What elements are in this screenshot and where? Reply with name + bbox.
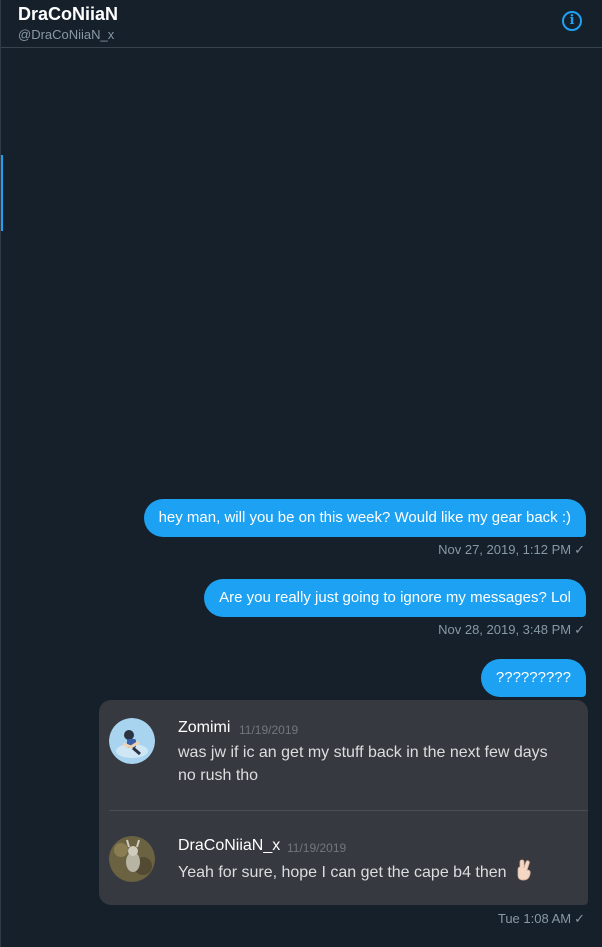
- conversation-handle: @DraCoNiiaN_x: [18, 27, 115, 42]
- check-icon: ✓: [574, 622, 585, 637]
- info-icon[interactable]: i: [562, 11, 582, 31]
- check-icon: ✓: [574, 542, 585, 557]
- message-text: Yeah for sure, hope I can get the cape b…: [178, 859, 533, 884]
- crossed-fingers-icon: [517, 859, 531, 881]
- message-text-content: Yeah for sure, hope I can get the cape b…: [178, 864, 507, 881]
- avatar: [109, 836, 155, 882]
- sent-message-bubble[interactable]: Are you really just going to ignore my m…: [204, 579, 586, 617]
- message-author: Zomimi: [178, 719, 231, 736]
- message-author: DraCoNiiaN_x: [178, 837, 281, 854]
- sent-image-message[interactable]: Zomimi 11/19/2019 was jw if ic an get my…: [99, 700, 588, 905]
- message-text: was jw if ic an get my stuff back in the…: [178, 744, 548, 761]
- scroll-indicator: [1, 155, 3, 231]
- sent-message-bubble[interactable]: ?????????: [480, 659, 586, 697]
- conversation-header: DraCoNiiaN @DraCoNiiaN_x i: [1, 0, 602, 48]
- timestamp-text: Tue 1:08 AM: [497, 911, 572, 926]
- divider: [109, 810, 588, 811]
- message-timestamp: Tue 1:08 AM ✓: [498, 911, 585, 927]
- message-timestamp: Nov 27, 2019, 1:12 PM ✓: [438, 542, 585, 558]
- sent-message-bubble[interactable]: hey man, will you be on this week? Would…: [143, 499, 586, 537]
- dm-conversation: DraCoNiiaN @DraCoNiiaN_x i hey man, will…: [0, 0, 602, 947]
- message-timestamp: Nov 28, 2019, 3:48 PM ✓: [438, 622, 585, 638]
- check-icon: ✓: [574, 911, 585, 926]
- timestamp-text: Nov 27, 2019, 1:12 PM: [438, 542, 572, 557]
- message-date: 11/19/2019: [287, 841, 347, 855]
- message-text: no rush tho: [178, 767, 259, 784]
- timestamp-text: Nov 28, 2019, 3:48 PM: [438, 622, 572, 637]
- message-date: 11/19/2019: [239, 723, 299, 737]
- avatar: [109, 718, 155, 764]
- conversation-name: DraCoNiiaN: [18, 4, 119, 24]
